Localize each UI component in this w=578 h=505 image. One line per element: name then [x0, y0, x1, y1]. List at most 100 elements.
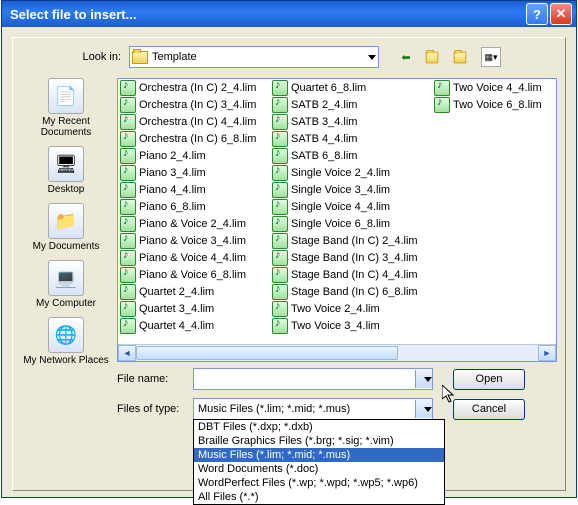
filetype-option[interactable]: Word Documents (*.doc) — [194, 462, 444, 476]
file-item[interactable]: Piano 4_4.lim — [118, 181, 270, 198]
lookin-combobox[interactable]: Template — [129, 46, 379, 68]
file-item[interactable]: Piano & Voice 4_4.lim — [118, 249, 270, 266]
filetype-option[interactable]: Music Files (*.lim; *.mid; *.mus) — [194, 448, 444, 462]
up-icon[interactable] — [425, 48, 443, 66]
file-dialog-window: Select file to insert... ? ✕ Look in: Te… — [1, 0, 577, 498]
file-icon — [272, 233, 288, 249]
filetype-option[interactable]: Braille Graphics Files (*.brg; *.sig; *.… — [194, 434, 444, 448]
toolbar: ⬅ ▦▾ — [397, 47, 501, 67]
titlebar[interactable]: Select file to insert... ? ✕ — [2, 1, 576, 27]
file-item[interactable]: Quartet 4_4.lim — [118, 317, 270, 334]
file-item[interactable]: SATB 2_4.lim — [270, 96, 432, 113]
file-item[interactable]: Piano 2_4.lim — [118, 147, 270, 164]
file-item[interactable]: Piano & Voice 6_8.lim — [118, 266, 270, 283]
file-icon — [120, 80, 136, 96]
file-item[interactable]: Single Voice 4_4.lim — [270, 198, 432, 215]
file-icon — [434, 97, 450, 113]
scroll-thumb[interactable] — [136, 346, 398, 360]
filetype-dropdown[interactable]: DBT Files (*.dxp; *.dxb)Braille Graphics… — [193, 419, 445, 505]
place-icon: 🖥 — [48, 146, 84, 182]
file-item[interactable]: Two Voice 4_4.lim — [432, 79, 552, 96]
file-item[interactable]: Single Voice 2_4.lim — [270, 164, 432, 181]
file-item[interactable]: Stage Band (In C) 6_8.lim — [270, 283, 432, 300]
file-item[interactable]: SATB 3_4.lim — [270, 113, 432, 130]
place-icon: 💻 — [48, 260, 84, 296]
file-item[interactable]: Two Voice 6_8.lim — [432, 96, 552, 113]
scroll-right-button[interactable]: ► — [538, 345, 556, 361]
file-list[interactable]: Orchestra (In C) 2_4.limOrchestra (In C)… — [118, 79, 556, 344]
filename-label: File name: — [117, 373, 193, 385]
file-icon — [272, 267, 288, 283]
file-icon — [120, 250, 136, 266]
file-icon — [120, 114, 136, 130]
filetype-combobox[interactable]: Music Files (*.lim; *.mid; *.mus) DBT Fi… — [193, 398, 433, 420]
chevron-down-icon[interactable] — [415, 370, 432, 388]
filetype-option[interactable]: All Files (*.*) — [194, 490, 444, 504]
chevron-down-icon[interactable] — [415, 400, 432, 418]
file-icon — [272, 97, 288, 113]
file-icon — [272, 216, 288, 232]
filetype-label: Files of type: — [117, 403, 193, 415]
file-icon — [272, 318, 288, 334]
file-icon — [272, 301, 288, 317]
filetype-option[interactable]: WordPerfect Files (*.wp; *.wpd; *.wp5; *… — [194, 476, 444, 490]
file-icon — [120, 199, 136, 215]
file-item[interactable]: Piano & Voice 3_4.lim — [118, 232, 270, 249]
file-item[interactable]: Single Voice 6_8.lim — [270, 215, 432, 232]
new-folder-icon[interactable] — [453, 48, 471, 66]
views-icon[interactable]: ▦▾ — [481, 47, 501, 67]
open-button[interactable]: Open — [453, 369, 525, 390]
place-desktop[interactable]: 🖥Desktop — [22, 146, 110, 195]
file-item[interactable]: Quartet 6_8.lim — [270, 79, 432, 96]
file-icon — [120, 318, 136, 334]
file-icon — [272, 284, 288, 300]
filename-input[interactable] — [193, 368, 433, 390]
file-item[interactable]: Piano & Voice 2_4.lim — [118, 215, 270, 232]
help-button[interactable]: ? — [526, 3, 548, 25]
file-item[interactable]: Two Voice 2_4.lim — [270, 300, 432, 317]
scroll-left-button[interactable]: ◄ — [118, 345, 136, 361]
file-icon — [120, 284, 136, 300]
file-icon — [272, 131, 288, 147]
place-icon: 🌐 — [48, 317, 84, 353]
file-item[interactable]: Piano 3_4.lim — [118, 164, 270, 181]
horizontal-scrollbar[interactable]: ◄ ► — [118, 344, 556, 361]
places-bar: 📄My Recent Documents 🖥Desktop 📁My Document… — [21, 78, 111, 366]
file-item[interactable]: Piano 6_8.lim — [118, 198, 270, 215]
place-my-network-places[interactable]: 🌐My Network Places — [22, 317, 110, 366]
file-item[interactable]: Quartet 2_4.lim — [118, 283, 270, 300]
lookin-value: Template — [152, 51, 197, 63]
file-item[interactable]: Orchestra (In C) 4_4.lim — [118, 113, 270, 130]
file-item[interactable]: Stage Band (In C) 2_4.lim — [270, 232, 432, 249]
dialog-body: Look in: Template ⬅ ▦▾ 📄My Recent Docume… — [12, 37, 566, 491]
filetype-option[interactable]: DBT Files (*.dxp; *.dxb) — [194, 420, 444, 434]
file-icon — [272, 80, 288, 96]
file-icon — [120, 148, 136, 164]
cancel-button[interactable]: Cancel — [453, 399, 525, 420]
close-button[interactable]: ✕ — [550, 3, 572, 25]
scroll-track[interactable] — [136, 346, 538, 360]
lookin-label: Look in: — [61, 51, 129, 63]
file-item[interactable]: Single Voice 3_4.lim — [270, 181, 432, 198]
back-icon[interactable]: ⬅ — [397, 48, 415, 66]
file-icon — [272, 114, 288, 130]
file-item[interactable]: Stage Band (In C) 4_4.lim — [270, 266, 432, 283]
file-item[interactable]: SATB 4_4.lim — [270, 130, 432, 147]
file-icon — [272, 148, 288, 164]
file-item[interactable]: Quartet 3_4.lim — [118, 300, 270, 317]
place-my-recent-documents[interactable]: 📄My Recent Documents — [22, 78, 110, 138]
file-item[interactable]: SATB 6_8.lim — [270, 147, 432, 164]
file-icon — [120, 216, 136, 232]
file-icon — [272, 182, 288, 198]
file-item[interactable]: Orchestra (In C) 2_4.lim — [118, 79, 270, 96]
file-icon — [120, 301, 136, 317]
file-icon — [434, 80, 450, 96]
place-my-documents[interactable]: 📁My Documents — [22, 203, 110, 252]
file-item[interactable]: Orchestra (In C) 3_4.lim — [118, 96, 270, 113]
file-item[interactable]: Orchestra (In C) 6_8.lim — [118, 130, 270, 147]
file-icon — [120, 233, 136, 249]
file-item[interactable]: Two Voice 3_4.lim — [270, 317, 432, 334]
file-item[interactable]: Stage Band (In C) 3_4.lim — [270, 249, 432, 266]
place-icon: 📄 — [48, 78, 84, 114]
place-my-computer[interactable]: 💻My Computer — [22, 260, 110, 309]
